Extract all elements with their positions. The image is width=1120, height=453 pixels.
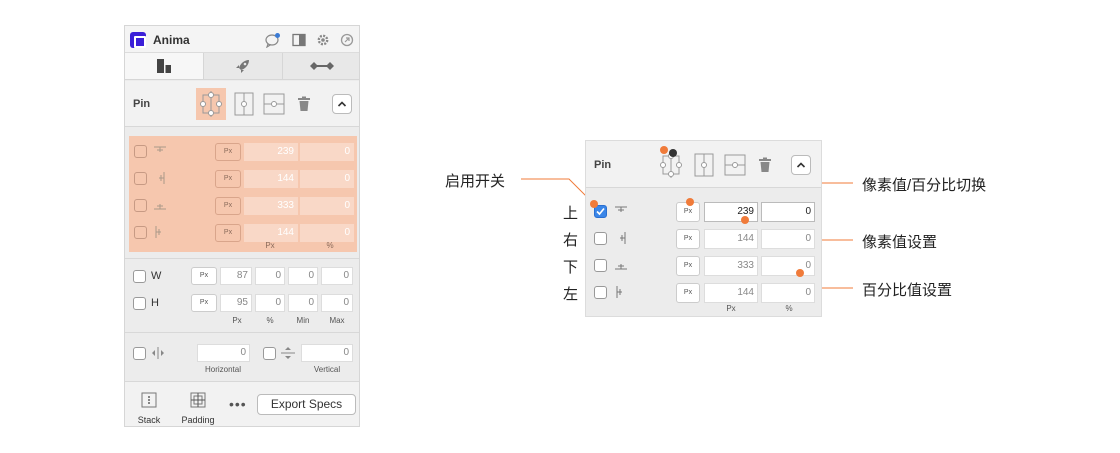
- zoom-percent-column-label: %: [785, 304, 793, 313]
- zoom-top-icon: [615, 206, 627, 212]
- zoom-left-px-input[interactable]: 144: [704, 283, 758, 303]
- zoom-pin-vertical-button[interactable]: [689, 149, 719, 181]
- pin-zoom-view: Pin Px 239 0 Px 144 0 Px 333 0 Px 144 0 …: [585, 140, 822, 317]
- zoom-top-percent-input[interactable]: 0: [761, 202, 815, 222]
- zoom-row-bottom: Px 333 0: [586, 254, 821, 278]
- callout-lines: [521, 149, 853, 289]
- side-label-top: 上: [563, 205, 579, 222]
- zoom-right-px-input[interactable]: 144: [704, 229, 758, 249]
- zoom-left-checkbox[interactable]: [594, 286, 607, 299]
- callout-percent-setting: 百分比值设置: [862, 282, 953, 299]
- zoom-left-percent-input[interactable]: 0: [761, 283, 815, 303]
- zoom-right-checkbox[interactable]: [594, 232, 607, 245]
- zoom-pin-horizontal-button[interactable]: [720, 149, 750, 181]
- side-label-bottom: 下: [563, 259, 579, 276]
- side-label-right: 右: [563, 232, 579, 249]
- callout-dot-pin-icon-dark: [669, 149, 677, 157]
- callout-dot-checkbox: [590, 200, 598, 208]
- callout-dot-pin-icon: [660, 146, 668, 154]
- zoom-pin-horizontal-icon: [724, 154, 746, 176]
- zoom-left-unit-toggle[interactable]: Px: [676, 283, 700, 303]
- callout-pixel-setting: 像素值设置: [862, 234, 938, 251]
- callout-dot-percent-input: [796, 269, 804, 277]
- zoom-right-percent-input[interactable]: 0: [761, 229, 815, 249]
- callout-dot-unit-toggle: [686, 198, 694, 206]
- zoom-right-unit-toggle[interactable]: Px: [676, 229, 700, 249]
- zoom-bottom-px-input[interactable]: 333: [704, 256, 758, 276]
- checkmark-icon: [596, 207, 605, 216]
- zoom-trash-icon: [759, 157, 771, 172]
- zoom-top-px-input[interactable]: 239: [704, 202, 758, 222]
- zoom-right-icon: [620, 232, 626, 244]
- callout-enable-switch: 启用开关: [445, 173, 506, 190]
- zoom-chevron-up-icon: [796, 162, 806, 168]
- zoom-row-left: Px 144 0: [586, 281, 821, 305]
- zoom-bottom-checkbox[interactable]: [594, 259, 607, 272]
- zoom-bottom-percent-input[interactable]: 0: [761, 256, 815, 276]
- zoom-px-column-label: Px: [726, 304, 736, 313]
- zoom-pin-label: Pin: [594, 159, 612, 171]
- zoom-collapse-button[interactable]: [791, 155, 811, 175]
- zoom-row-top: Px 239 0: [586, 200, 821, 224]
- zoom-left-icon: [616, 286, 622, 298]
- zoom-bottom-unit-toggle[interactable]: Px: [676, 256, 700, 276]
- callout-dot-px-input: [741, 216, 749, 224]
- side-label-left: 左: [563, 286, 579, 303]
- zoom-clear-pins-button[interactable]: [750, 149, 780, 181]
- zoom-bottom-icon: [615, 264, 627, 270]
- callout-unit-toggle: 像素值/百分比切换: [862, 177, 987, 194]
- zoom-row-right: Px 144 0: [586, 227, 821, 251]
- zoom-pin-vertical-icon: [694, 153, 714, 177]
- zoom-pin-header: Pin: [586, 141, 821, 188]
